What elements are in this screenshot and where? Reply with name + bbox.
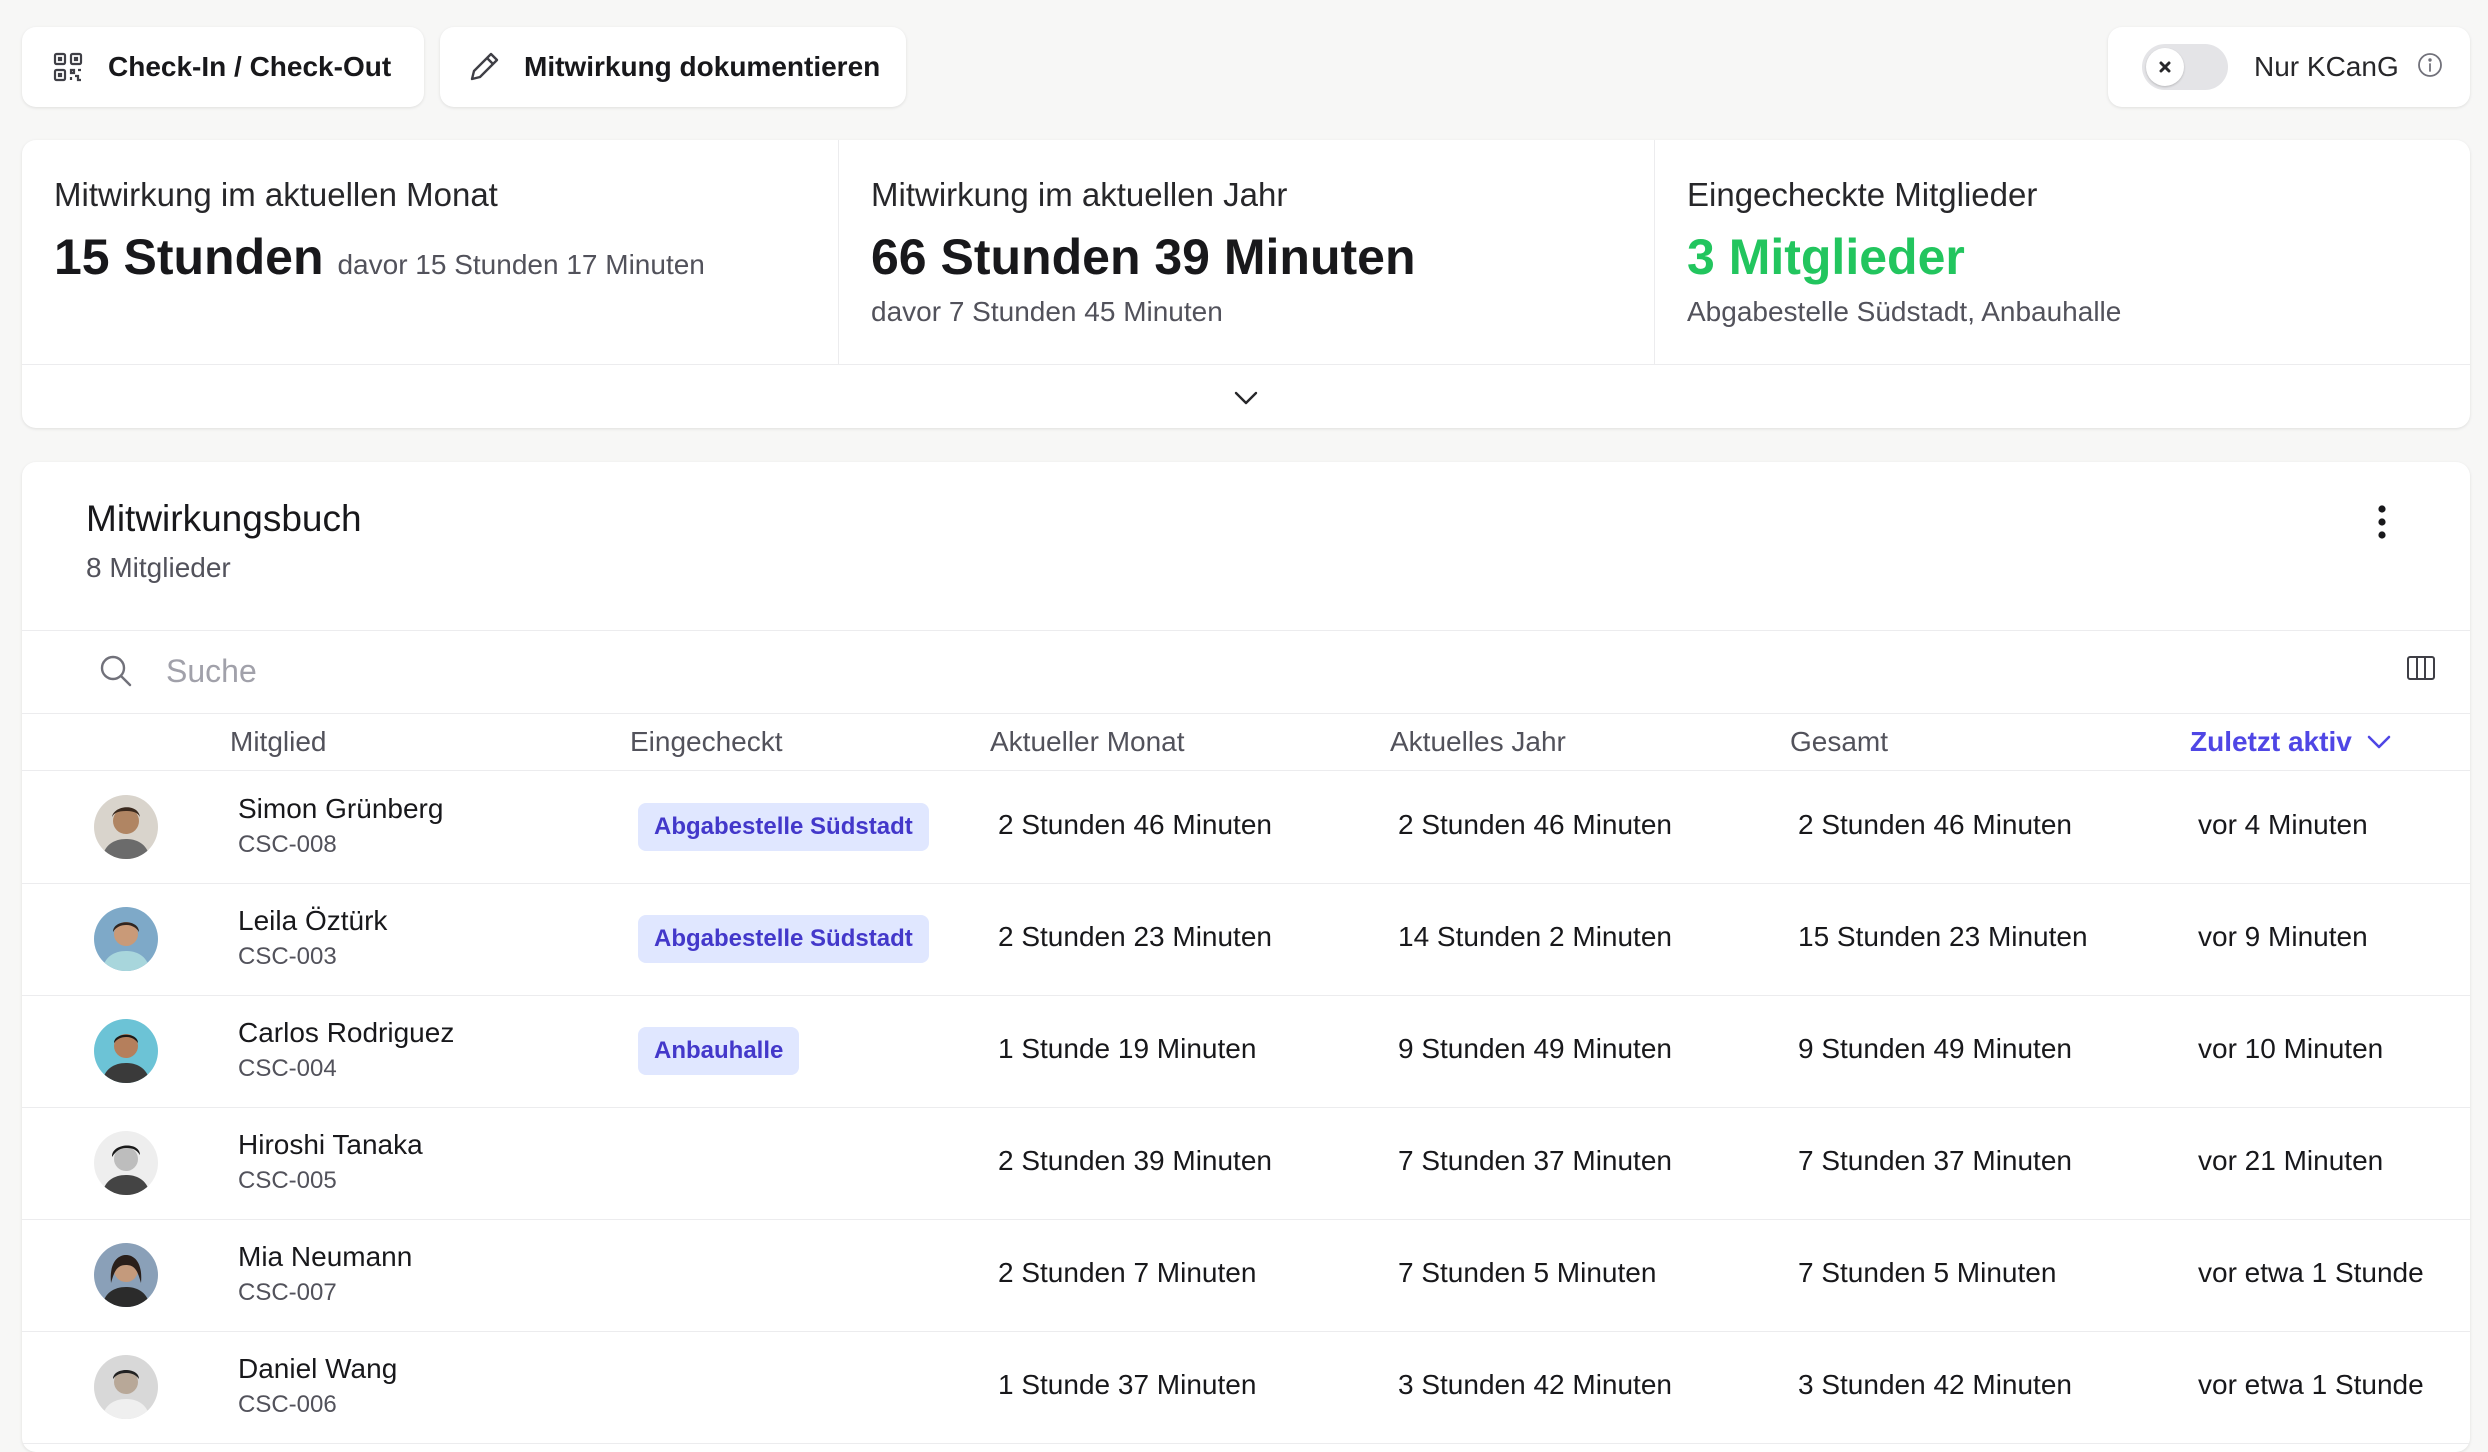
member-name: Mia Neumann (238, 1241, 413, 1272)
total-hours: 15 Stunden 23 Minuten (1798, 921, 2088, 952)
member-name: Leila Öztürk (238, 905, 388, 936)
column-header-member[interactable]: Mitglied (230, 726, 326, 758)
table-row[interactable]: Mia Neumann CSC-007 2 Stunden 7 Minuten … (22, 1219, 2470, 1332)
stat-checked-in-members: Eingecheckte Mitglieder 3 Mitglieder Abg… (1654, 140, 2470, 364)
location-badge: Abgabestelle Südstadt (638, 915, 929, 963)
month-hours: 2 Stunden 39 Minuten (998, 1145, 1272, 1176)
member-name: Daniel Wang (238, 1353, 398, 1384)
avatar (94, 795, 158, 859)
stat-title: Mitwirkung im aktuellen Monat (54, 176, 498, 213)
member-name: Carlos Rodriguez (238, 1017, 455, 1048)
total-hours: 7 Stunden 5 Minuten (1798, 1257, 2057, 1288)
total-hours: 7 Stunden 37 Minuten (1798, 1145, 2072, 1176)
table-row[interactable]: Daniel Wang CSC-006 1 Stunde 37 Minuten … (22, 1331, 2470, 1444)
year-hours: 7 Stunden 37 Minuten (1398, 1145, 1672, 1176)
year-hours: 3 Stunden 42 Minuten (1398, 1369, 1672, 1400)
member-name: Hiroshi Tanaka (238, 1129, 423, 1160)
stats-card: Mitwirkung im aktuellen Monat 15 Stunden… (22, 140, 2470, 428)
member-count: 8 Mitglieder (86, 552, 231, 583)
stat-title: Mitwirkung im aktuellen Jahr (871, 176, 1288, 213)
stat-previous: davor 7 Stunden 45 Minuten (871, 296, 1223, 327)
stat-current-year: Mitwirkung im aktuellen Jahr 66 Stunden … (838, 140, 1654, 364)
year-hours: 7 Stunden 5 Minuten (1398, 1257, 1657, 1288)
table-header: Mitglied Eingecheckt Aktueller Monat Akt… (22, 712, 2470, 771)
document-participation-button[interactable]: Mitwirkung dokumentieren (440, 27, 906, 107)
column-header-total[interactable]: Gesamt (1790, 726, 1888, 758)
search-input[interactable] (164, 647, 1968, 695)
info-icon[interactable] (2417, 52, 2443, 83)
last-active: vor etwa 1 Stunde (2198, 1369, 2424, 1400)
column-header-checked-in[interactable]: Eingecheckt (630, 726, 783, 758)
total-hours: 9 Stunden 49 Minuten (1798, 1033, 2072, 1064)
avatar (94, 1019, 158, 1083)
column-header-last-active[interactable]: Zuletzt aktiv (2190, 726, 2392, 758)
stat-title: Eingecheckte Mitglieder (1687, 176, 2038, 213)
chevron-down-icon[interactable] (1228, 380, 1264, 416)
sort-desc-icon (2367, 735, 2391, 749)
search-icon (98, 653, 134, 694)
divider (22, 364, 2470, 365)
last-active: vor 21 Minuten (2198, 1145, 2384, 1176)
table-row[interactable]: Carlos Rodriguez CSC-004 Anbauhalle 1 St… (22, 995, 2470, 1108)
avatar (94, 907, 158, 971)
location-badge: Anbauhalle (638, 1027, 800, 1075)
table-row[interactable]: Simon Grünberg CSC-008 Abgabestelle Süds… (22, 771, 2470, 884)
avatar (94, 1131, 158, 1195)
stat-value: 15 Stunden davor 15 Stunden 17 Minuten (54, 228, 838, 286)
document-label: Mitwirkung dokumentieren (524, 51, 881, 82)
kcang-toggle[interactable] (2142, 44, 2228, 90)
year-hours: 9 Stunden 49 Minuten (1398, 1033, 1672, 1064)
pencil-icon (464, 47, 504, 87)
stat-current-month: Mitwirkung im aktuellen Monat 15 Stunden… (22, 140, 838, 364)
month-hours: 2 Stunden 7 Minuten (998, 1257, 1257, 1288)
column-header-year[interactable]: Aktuelles Jahr (1390, 726, 1566, 758)
check-in-label: Check-In / Check-Out (108, 51, 392, 82)
total-hours: 2 Stunden 46 Minuten (1798, 809, 2072, 840)
member-id: CSC-008 (238, 831, 337, 858)
location-badge: Abgabestelle Südstadt (638, 803, 929, 851)
member-id: CSC-003 (238, 943, 337, 970)
month-hours: 1 Stunde 37 Minuten (998, 1369, 1257, 1400)
member-id: CSC-004 (238, 1055, 337, 1082)
stat-value-text: 15 Stunden (54, 229, 324, 285)
kcang-filter: Nur KCanG (2108, 27, 2470, 107)
member-name: Simon Grünberg (238, 793, 444, 824)
member-id: CSC-007 (238, 1279, 337, 1306)
column-header-month[interactable]: Aktueller Monat (990, 726, 1185, 758)
last-active: vor 4 Minuten (2198, 809, 2368, 840)
stat-value: 3 Mitglieder (1687, 229, 1965, 285)
last-active: vor 10 Minuten (2198, 1033, 2384, 1064)
participation-book-card: Mitwirkungsbuch 8 Mitglieder Mitglied Ei… (22, 462, 2470, 1452)
last-active: vor etwa 1 Stunde (2198, 1257, 2424, 1288)
year-hours: 2 Stunden 46 Minuten (1398, 809, 1672, 840)
member-id: CSC-006 (238, 1391, 337, 1418)
last-active: vor 9 Minuten (2198, 921, 2368, 952)
book-title: Mitwirkungsbuch (86, 498, 362, 539)
toggle-off-icon (2146, 48, 2184, 86)
year-hours: 14 Stunden 2 Minuten (1398, 921, 1672, 952)
check-in-check-out-button[interactable]: Check-In / Check-Out (22, 27, 424, 107)
columns-icon[interactable] (2406, 655, 2436, 686)
month-hours: 1 Stunde 19 Minuten (998, 1033, 1257, 1064)
sort-label: Zuletzt aktiv (2190, 726, 2352, 757)
search-bar (22, 630, 2470, 714)
table-row[interactable]: Leila Öztürk CSC-003 Abgabestelle Südsta… (22, 883, 2470, 996)
avatar (94, 1355, 158, 1419)
table-row[interactable]: Hiroshi Tanaka CSC-005 2 Stunden 39 Minu… (22, 1107, 2470, 1220)
month-hours: 2 Stunden 23 Minuten (998, 921, 1272, 952)
total-hours: 3 Stunden 42 Minuten (1798, 1369, 2072, 1400)
kcang-label: Nur KCanG (2254, 51, 2399, 82)
member-id: CSC-005 (238, 1167, 337, 1194)
month-hours: 2 Stunden 46 Minuten (998, 809, 1272, 840)
more-vertical-icon[interactable] (2362, 502, 2402, 542)
stat-value: 66 Stunden 39 Minuten (871, 229, 1416, 285)
qr-code-icon (48, 47, 88, 87)
stat-previous: davor 15 Stunden 17 Minuten (337, 249, 705, 280)
stat-locations: Abgabestelle Südstadt, Anbauhalle (1687, 296, 2122, 327)
avatar (94, 1243, 158, 1307)
